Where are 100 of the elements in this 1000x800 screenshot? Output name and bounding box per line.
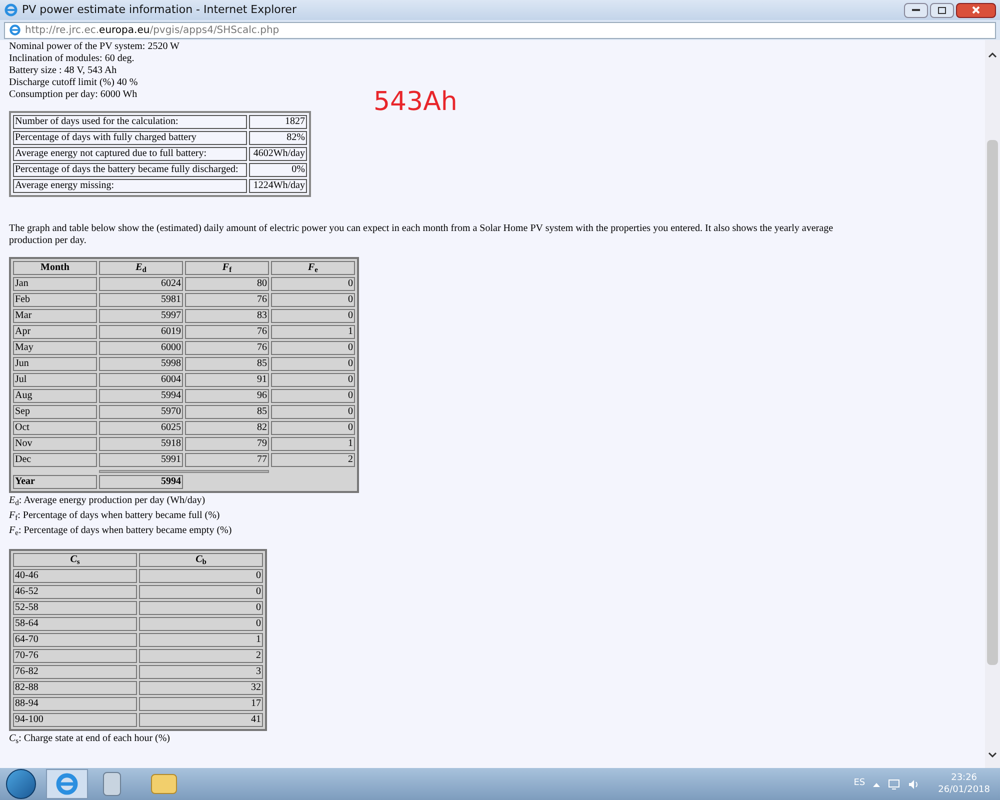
table-cell: Sep [13,405,97,419]
table-cell: 0 [271,277,355,291]
start-button[interactable] [6,769,36,799]
table-cell: Oct [13,421,97,435]
taskbar-browser-button[interactable] [46,769,88,799]
table-cell: 82% [249,131,307,145]
language-indicator[interactable]: ES [854,777,866,791]
table-cell: 40-46 [13,569,137,583]
table-cell: Year [13,475,97,489]
table-cell: Jun [13,357,97,371]
table-cell: 0 [271,341,355,355]
table-cell: 96 [185,389,269,403]
table-cell: 5918 [99,437,183,451]
table-cell: 79 [185,437,269,451]
table-cell: 6000 [99,341,183,355]
table-cell: 1224Wh/day [249,179,307,193]
table-cell: 76-82 [13,665,137,679]
close-icon [972,6,980,14]
table-cell: 0 [139,585,263,599]
table-cell: 1827 [249,115,307,129]
minimize-button[interactable] [904,2,928,18]
table-cell: 5994 [99,389,183,403]
table-cell: 0% [249,163,307,177]
table-cell: 91 [185,373,269,387]
table-cell: 0 [271,293,355,307]
table-cell: 88-94 [13,697,137,711]
tray-arrow-icon[interactable] [873,782,880,786]
table-cell: 76 [185,293,269,307]
table-cell: 6025 [99,421,183,435]
table-cell: 76 [185,325,269,339]
scrollbar[interactable] [985,40,1000,768]
legend-text: C$_{s}$: Charge state at end of each hour (%) [9,733,172,745]
table-cell: 6019 [99,325,183,339]
table-cell: 0 [271,421,355,435]
parameter-text: Discharge cutoff limit (%) 40 % [9,77,139,89]
table-cell: Mar [13,309,97,323]
column-header: C$_{s}$ [70,554,80,565]
restore-button[interactable] [930,2,954,18]
browser-icon [9,24,21,36]
table-cell: 58-64 [13,617,137,631]
table-cell: Dec [13,453,97,467]
table-cell: 6004 [99,373,183,387]
column-header: F$_{e}$ [308,262,318,273]
table-cell: 5970 [99,405,183,419]
table-cell: 32 [139,681,263,695]
table-cell: 0 [139,617,263,631]
table-cell: 46-52 [13,585,137,599]
scrollbar-thumb[interactable] [987,140,998,665]
annotation-text: 543Ah [373,87,458,117]
table-cell: 82-88 [13,681,137,695]
table-cell: 1 [139,633,263,647]
parameter-text: Nominal power of the PV system: 2520 W [9,41,180,53]
table-cell: 3 [139,665,263,679]
table-cell: 5998 [99,357,183,371]
browser-icon [4,3,18,17]
table-cell: Average energy missing: [13,179,247,193]
column-header: C$_{b}$ [196,554,206,565]
table-cell: 77 [185,453,269,467]
table-cell: Percentage of days with fully charged battery [13,131,247,145]
scroll-up-icon [988,52,997,58]
network-icon[interactable] [888,778,900,790]
table-cell: 5994 [99,475,183,489]
table-cell: 2 [271,453,355,467]
table-cell: Number of days used for the calculation: [13,115,247,129]
table-cell: 5997 [99,309,183,323]
table-cell: 1 [271,437,355,451]
table-cell: Nov [13,437,97,451]
table-cell: 94-100 [13,713,137,727]
table-cell: Percentage of days the battery became fully discharged: [13,163,247,177]
table-cell: Jul [13,373,97,387]
parameter-text: Inclination of modules: 60 deg. [9,53,136,65]
browser-icon [55,772,79,796]
address-field[interactable]: http://re.jrc.ec.europa.eu/pvgis/apps4/SHScalc.php [4,22,996,38]
table-cell: 0 [139,569,263,583]
table-cell: 0 [271,389,355,403]
close-button[interactable] [956,2,996,18]
table-cell: Aug [13,389,97,403]
table-cell: Average energy not captured due to full battery: [13,147,247,161]
table-cell: 2 [139,649,263,663]
table-cell: 4602Wh/day [249,147,307,161]
table-cell: Jan [13,277,97,291]
table-cell: 83 [185,309,269,323]
legend-text: F$_{f}$: Percentage of days when battery became full (%) [9,510,221,522]
legend-text: F$_{e}$: Percentage of days when battery became empty (%) [9,525,233,537]
scroll-down-icon [988,752,997,758]
table-cell: 52-58 [13,601,137,615]
table-cell: 17 [139,697,263,711]
window-title: PV power estimate information - Internet Explorer [22,2,296,18]
clock[interactable]: 23:26 26/01/2018 [938,772,990,796]
table-cell: 0 [271,373,355,387]
column-header: F$_{f}$ [222,262,232,273]
parameter-text: Consumption per day: 6000 Wh [9,89,138,101]
parameter-text: Battery size : 48 V, 543 Ah [9,65,118,77]
speaker-icon[interactable] [908,778,920,790]
table-cell: 85 [185,357,269,371]
table-cell: 41 [139,713,263,727]
table-cell: 0 [271,405,355,419]
table-cell: May [13,341,97,355]
column-header: Month [40,262,70,273]
table-cell: 1 [271,325,355,339]
